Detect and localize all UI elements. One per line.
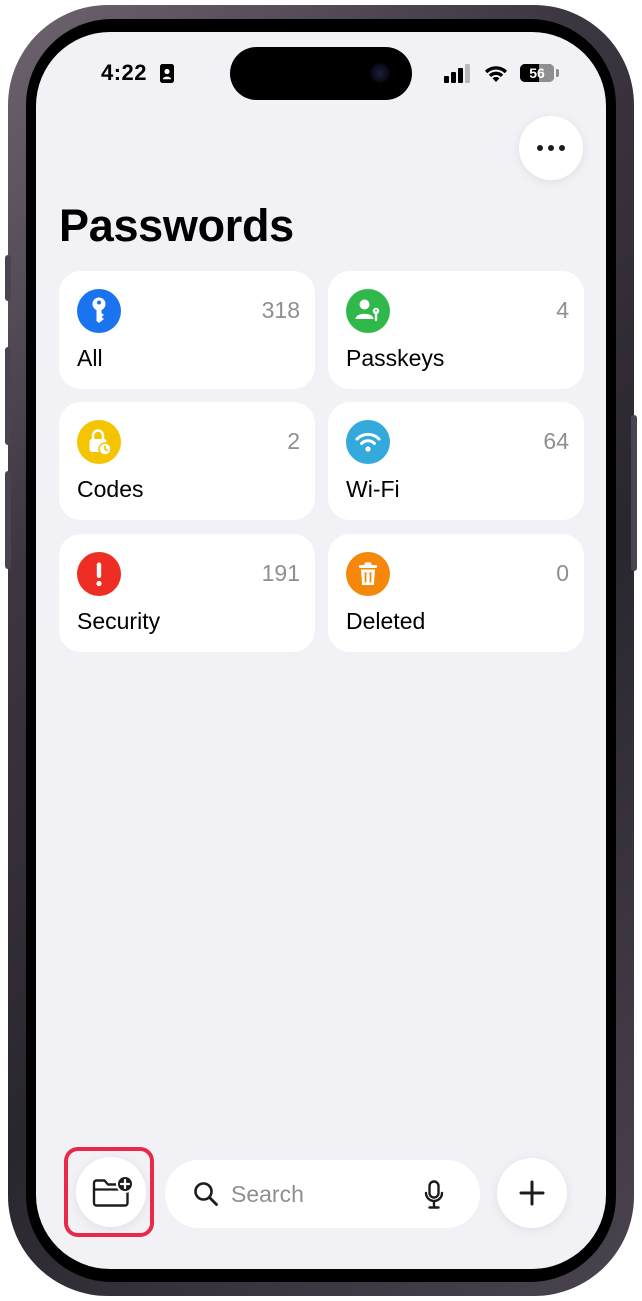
category-label: All <box>77 345 103 371</box>
search-input[interactable]: Search <box>165 1160 480 1228</box>
volume-down-button <box>5 471 11 569</box>
category-label: Deleted <box>346 608 426 634</box>
wifi-icon <box>346 420 390 464</box>
lock-clock-icon <box>77 420 121 464</box>
contact-card-icon <box>160 64 174 83</box>
volume-up-button <box>5 347 11 445</box>
microphone-icon[interactable] <box>424 1180 444 1210</box>
battery-nub <box>556 69 559 77</box>
trash-icon <box>346 552 390 596</box>
search-placeholder: Search <box>231 1181 304 1207</box>
status-time: 4:22 <box>101 60 148 85</box>
category-count: 2 <box>287 428 300 454</box>
action-button <box>5 255 11 301</box>
battery-indicator: 56 <box>520 64 554 82</box>
category-label: Security <box>77 608 161 634</box>
search-icon <box>194 1182 218 1206</box>
category-count: 0 <box>556 560 569 586</box>
category-label: Passkeys <box>346 345 445 371</box>
category-count: 4 <box>556 297 569 323</box>
category-card-all[interactable]: 318 All <box>59 271 315 389</box>
category-label: Codes <box>77 476 144 502</box>
category-card-deleted[interactable]: 0 Deleted <box>328 534 584 652</box>
battery-percent: 56 <box>529 65 545 81</box>
highlight-box <box>64 1147 154 1237</box>
cellular-signal-icon <box>444 64 470 83</box>
category-count: 191 <box>261 560 300 586</box>
dynamic-island <box>230 47 412 100</box>
wifi-status-icon <box>485 66 507 82</box>
person-key-icon <box>346 289 390 333</box>
plus-icon <box>519 1180 545 1206</box>
ellipsis-icon <box>537 145 543 151</box>
camera-icon <box>370 63 390 83</box>
category-card-passkeys[interactable]: 4 Passkeys <box>328 271 584 389</box>
category-label: Wi-Fi <box>346 476 400 502</box>
category-count: 318 <box>261 297 300 323</box>
more-button[interactable] <box>519 116 583 180</box>
add-button[interactable] <box>497 1158 567 1228</box>
category-card-wifi[interactable]: 64 Wi-Fi <box>328 402 584 520</box>
category-card-codes[interactable]: 2 Codes <box>59 402 315 520</box>
category-count: 64 <box>543 428 569 454</box>
key-icon <box>77 289 121 333</box>
ellipsis-icon-dot <box>548 145 554 151</box>
exclamation-icon <box>77 552 121 596</box>
page-title: Passwords <box>59 200 294 251</box>
category-card-security[interactable]: 191 Security <box>59 534 315 652</box>
power-button <box>631 415 637 571</box>
screen: 4:22 56 Passwords 318 All 4 Passkeys 2 C… <box>36 32 606 1269</box>
ellipsis-icon-dot <box>559 145 565 151</box>
